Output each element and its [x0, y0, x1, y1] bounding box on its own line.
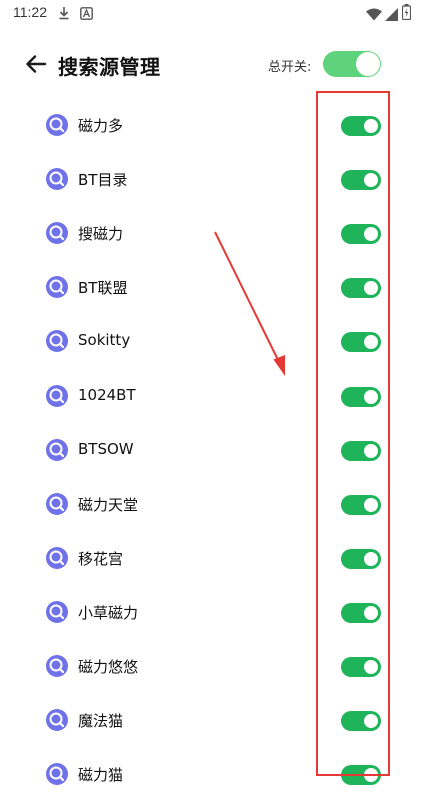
source-label: 搜磁力	[78, 225, 124, 244]
toggle-knob	[356, 52, 380, 76]
source-label: 磁力多	[78, 117, 124, 135]
source-row: 磁力悠悠	[0, 649, 424, 703]
source-row: 1024BT	[0, 379, 424, 433]
toggle-knob	[364, 497, 378, 512]
magnifier-icon	[46, 709, 68, 732]
source-row: Sokitty	[0, 324, 424, 378]
toggle-knob	[364, 551, 378, 566]
magnifier-icon	[46, 222, 68, 245]
source-label: Sokitty	[78, 331, 131, 350]
magnifier-icon	[46, 168, 68, 191]
status-time: 11:22	[13, 4, 47, 20]
master-toggle-label: 总开关:	[268, 60, 312, 75]
toggle-knob	[364, 605, 378, 620]
toggle-knob	[364, 660, 378, 674]
magnifier-icon	[46, 655, 68, 677]
source-toggle[interactable]	[341, 332, 381, 353]
toggle-knob	[364, 227, 378, 242]
toggle-knob	[364, 389, 378, 404]
source-row: 磁力猫	[0, 757, 424, 811]
magnifier-icon	[46, 330, 68, 353]
source-toggle[interactable]	[341, 278, 381, 299]
magnifier-icon	[46, 276, 68, 299]
source-row: 魔法猫	[0, 703, 424, 757]
download-icon	[58, 5, 70, 24]
battery-icon	[401, 4, 412, 24]
toggle-knob	[364, 443, 378, 458]
source-label: BT联盟	[78, 279, 128, 298]
source-row: 移花宫	[0, 541, 424, 595]
source-toggle[interactable]	[341, 440, 381, 461]
source-label: BT目录	[78, 171, 128, 190]
source-label: 磁力悠悠	[78, 658, 139, 676]
toggle-knob	[364, 281, 378, 296]
source-row: 小草磁力	[0, 595, 424, 649]
magnifier-icon	[46, 763, 68, 786]
source-row: BT目录	[0, 162, 424, 216]
toggle-knob	[364, 173, 378, 188]
source-row: 磁力天堂	[0, 487, 424, 541]
magnifier-icon	[46, 438, 68, 461]
source-toggle[interactable]	[341, 494, 381, 515]
source-label: 小草磁力	[78, 603, 139, 622]
source-toggle[interactable]	[341, 602, 381, 623]
magnifier-icon	[46, 384, 68, 407]
source-label: 移花宫	[78, 549, 124, 568]
source-label: 磁力猫	[78, 766, 124, 785]
toggle-knob	[364, 714, 378, 729]
wifi-icon	[366, 6, 382, 25]
source-row: 搜磁力	[0, 216, 424, 270]
toggle-knob	[364, 335, 378, 350]
magnifier-icon	[46, 492, 68, 515]
magnifier-icon	[46, 600, 68, 623]
toggle-knob	[364, 119, 378, 133]
source-row: BTSOW	[0, 433, 424, 487]
source-label: 磁力天堂	[78, 495, 139, 514]
source-label: 魔法猫	[78, 712, 124, 731]
master-toggle[interactable]	[323, 51, 381, 77]
source-toggle[interactable]	[341, 548, 381, 569]
source-toggle[interactable]	[341, 170, 381, 191]
source-toggle[interactable]	[341, 711, 381, 732]
arrow-left-icon	[24, 52, 48, 80]
source-toggle[interactable]	[341, 657, 381, 677]
source-label: BTSOW	[78, 439, 134, 458]
source-toggle[interactable]	[341, 765, 381, 786]
source-row: 磁力多	[0, 108, 424, 162]
back-button[interactable]	[22, 52, 50, 80]
source-toggle[interactable]	[341, 116, 381, 136]
source-row: BT联盟	[0, 270, 424, 324]
source-label: 1024BT	[78, 385, 136, 404]
status-bar: 11:22	[0, 0, 424, 26]
magnifier-icon	[46, 546, 68, 569]
toggle-knob	[364, 768, 378, 783]
magnifier-icon	[46, 114, 68, 136]
source-toggle[interactable]	[341, 224, 381, 245]
a-badge-icon	[80, 5, 93, 24]
page-title: 搜索源管理	[58, 55, 161, 79]
signal-icon	[385, 6, 398, 25]
source-toggle[interactable]	[341, 386, 381, 407]
